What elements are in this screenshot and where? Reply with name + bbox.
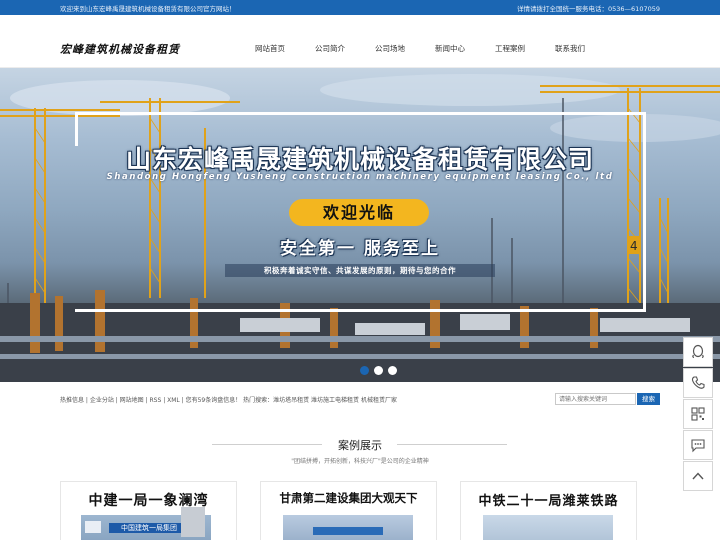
nav-news[interactable]: 新闻中心 (420, 43, 480, 54)
hotline-text: 详情请拨打全国统一服务电话：0536—6107059 (517, 5, 660, 13)
case-image-building (181, 507, 205, 537)
cases-section-subtitle: "团结拼搏，开拓创新，科技兴厂"是公司的企业精神 (291, 458, 429, 465)
banner-slogan: 安全第一 服务至上 (280, 239, 440, 259)
case-card-image (283, 515, 413, 540)
top-bar: 欢迎来到山东宏峰禹晟建筑机械设备租赁有限公司官方网站！ 详情请拨打全国统一服务电… (0, 0, 720, 15)
case-card-image (483, 515, 613, 540)
page: 欢迎来到山东宏峰禹晟建筑机械设备租赁有限公司官方网站！ 详情请拨打全国统一服务电… (0, 0, 720, 540)
back-to-top-button[interactable] (683, 461, 713, 491)
site-logo[interactable]: 宏峰建筑机械设备租赁 (60, 41, 180, 57)
case-card-title: 中建一局一象澜湾 (88, 493, 209, 509)
case-image-banner (313, 527, 383, 535)
message-button[interactable] (683, 430, 713, 460)
slider-dot-1[interactable] (360, 366, 369, 375)
nav-site[interactable]: 公司场地 (360, 43, 420, 54)
hot-links-bar[interactable]: 热推信息 | 企业分站 | 网站地图 | RSS | XML | 您有59条询盘… (60, 395, 397, 404)
case-card-3[interactable]: 中铁二十一局潍莱铁路 (460, 481, 637, 540)
slider-dot-2[interactable] (374, 366, 383, 375)
case-card-1[interactable]: 中建一局一象澜湾 中国建筑一局集团 (60, 481, 237, 540)
slider-dot-3[interactable] (388, 366, 397, 375)
qq-icon (692, 344, 704, 359)
banner-tagline: 积极奔着诚实守信、共谋发展的原则，期待与您的合作 (225, 264, 495, 277)
case-card-2[interactable]: 甘肃第二建设集团大观天下 (260, 481, 437, 540)
message-icon (691, 439, 705, 453)
case-card-title: 甘肃第二建设集团大观天下 (279, 491, 418, 505)
case-image-logo (85, 521, 101, 533)
qrcode-icon (691, 407, 705, 421)
main-nav: 网站首页 公司简介 公司场地 新闻中心 工程案例 联系我们 (240, 43, 600, 54)
qrcode-button[interactable] (683, 399, 713, 429)
phone-button[interactable] (683, 368, 713, 398)
back-to-top-icon (692, 472, 704, 480)
qq-button[interactable] (683, 337, 713, 367)
search-button[interactable]: 搜索 (637, 393, 660, 405)
case-card-image: 中国建筑一局集团 (81, 507, 211, 540)
banner-title: 山东宏峰禹晟建筑机械设备租赁有限公司 (125, 145, 594, 174)
nav-contact[interactable]: 联系我们 (540, 43, 600, 54)
site-header: 宏峰建筑机械设备租赁 网站首页 公司简介 公司场地 新闻中心 工程案例 联系我们 (0, 15, 720, 68)
floating-toolbar (683, 337, 713, 492)
nav-home[interactable]: 网站首页 (240, 43, 300, 54)
nav-cases[interactable]: 工程案例 (480, 43, 540, 54)
cases-section-title: 案例展示 (338, 439, 382, 452)
banner-welcome-badge: 欢迎光临 (289, 199, 429, 226)
case-image-sign: 中国建筑一局集团 (109, 523, 189, 533)
welcome-text: 欢迎来到山东宏峰禹晟建筑机械设备租赁有限公司官方网站！ (60, 5, 236, 13)
slider-dots (360, 366, 402, 375)
hero-banner[interactable]: 4 山东宏峰禹晟建筑机械设备租赁有限公司 Shandong Hongfeng Y… (0, 68, 720, 382)
nav-about[interactable]: 公司简介 (300, 43, 360, 54)
phone-icon (691, 376, 705, 389)
banner-subtitle-en: Shandong Hongfeng Yusheng construction m… (106, 172, 614, 182)
case-card-title: 中铁二十一局潍莱铁路 (478, 494, 619, 509)
search-input[interactable] (555, 393, 636, 405)
